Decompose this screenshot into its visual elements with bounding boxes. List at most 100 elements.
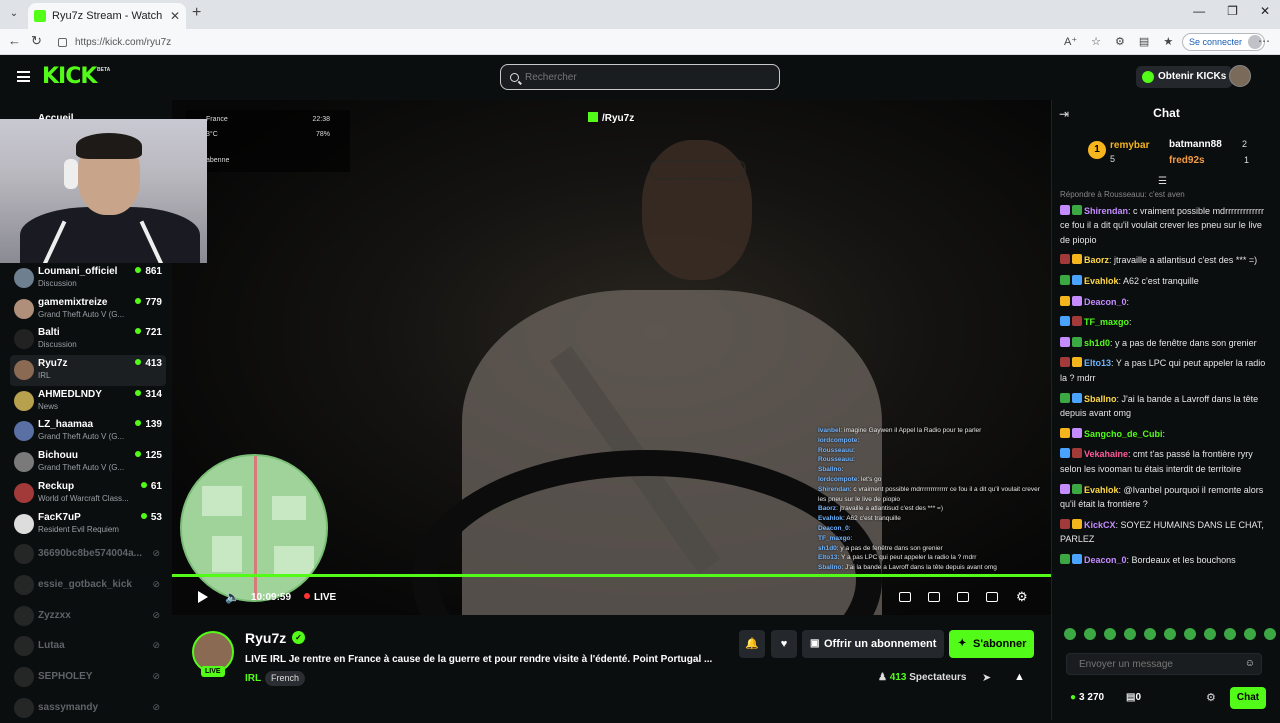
play-icon[interactable] bbox=[198, 591, 208, 603]
emote-icon[interactable] bbox=[1204, 628, 1216, 640]
chat-settings-icon[interactable]: ⚙ bbox=[1206, 691, 1216, 704]
signin-button[interactable]: Se connecter bbox=[1182, 33, 1266, 51]
pip-icon[interactable] bbox=[957, 592, 969, 602]
chat-username[interactable]: Elto13 bbox=[1084, 358, 1111, 368]
pinned-toggle-icon[interactable]: ☰ bbox=[1158, 176, 1167, 187]
chat-message: Sballno: J'ai la bande a Lavroff dans la… bbox=[1060, 392, 1259, 419]
chat-username[interactable]: TF_maxgo bbox=[1084, 317, 1129, 327]
third-gifter-name[interactable]: fred92s bbox=[1169, 155, 1205, 166]
sidebar-offline-item[interactable]: 36690bc8be574004a... ⊘ bbox=[10, 539, 166, 570]
kicks-balance[interactable]: 0 bbox=[1126, 692, 1141, 703]
favorites-icon[interactable]: ★ bbox=[1163, 35, 1173, 48]
emote-icon[interactable] bbox=[1244, 628, 1256, 640]
close-window-icon[interactable]: ✕ bbox=[1260, 4, 1270, 18]
maximize-icon[interactable]: ❐ bbox=[1227, 4, 1238, 18]
browser-tab[interactable]: Ryu7z Stream - Watch Live on Kick ✕ bbox=[28, 3, 186, 29]
sidebar-channel-item[interactable]: LZ_haamaa Grand Theft Auto V (G... 139 bbox=[10, 416, 166, 447]
sidebar-channel-item[interactable]: FacK7uP Resident Evil Requiem 53 bbox=[10, 509, 166, 540]
chat-username[interactable]: Evahlok bbox=[1084, 485, 1119, 495]
channel-points[interactable]: 3 270 bbox=[1070, 692, 1104, 703]
emote-icon[interactable] bbox=[1104, 628, 1116, 640]
sidebar-channel-item[interactable]: Bichouu Grand Theft Auto V (G... 125 bbox=[10, 447, 166, 478]
chat-username[interactable]: Shirendan bbox=[1084, 206, 1128, 216]
streamer-name[interactable]: Ryu7z bbox=[245, 630, 286, 646]
expand-title-icon[interactable]: ⌄ bbox=[694, 654, 702, 665]
sidebar-offline-item[interactable]: essie_gotback_kick ⊘ bbox=[10, 570, 166, 601]
volume-icon[interactable]: 🔈 bbox=[225, 590, 240, 604]
top-gifter-name[interactable]: remybar bbox=[1110, 140, 1149, 151]
emote-icon[interactable] bbox=[1084, 628, 1096, 640]
subscribe-button[interactable]: S'abonner bbox=[949, 630, 1035, 658]
reply-preview[interactable]: Répondre à Rousseauu: c'est aven bbox=[1060, 188, 1272, 203]
user-avatar[interactable] bbox=[1229, 65, 1251, 87]
sidebar-offline-item[interactable]: Lutaa ⊘ bbox=[10, 631, 166, 662]
emoji-icon[interactable]: ☺ bbox=[1245, 658, 1255, 669]
chat-username[interactable]: KickCX bbox=[1084, 520, 1116, 530]
language-tag[interactable]: French bbox=[265, 671, 306, 686]
chat-username[interactable]: Evahlok bbox=[1084, 276, 1119, 286]
notification-bell-icon[interactable]: 🔔 bbox=[739, 630, 765, 658]
sidebar-channel-item[interactable]: Balti Discussion 721 bbox=[10, 324, 166, 355]
extensions-icon[interactable]: ⚙ bbox=[1115, 35, 1125, 48]
chat-username[interactable]: Deacon_0 bbox=[1084, 297, 1127, 307]
search-input[interactable] bbox=[525, 71, 745, 83]
gift-sub-button[interactable]: Offrir un abonnement bbox=[802, 630, 945, 658]
favorite-icon[interactable]: ☆ bbox=[1091, 35, 1101, 48]
sidebar-channel-item[interactable]: AHMEDLNDY News 314 bbox=[10, 386, 166, 417]
stream-info: LIVE Ryu7z ✓ LIVE IRL Je rentre en Franc… bbox=[172, 615, 1051, 720]
progress-bar[interactable] bbox=[172, 574, 1051, 577]
split-screen-icon[interactable]: ▤ bbox=[1139, 35, 1149, 48]
send-chat-button[interactable]: Chat bbox=[1230, 687, 1266, 709]
emote-icon[interactable] bbox=[1184, 628, 1196, 640]
chat-input-box[interactable]: ☺ bbox=[1066, 653, 1262, 675]
sidebar-offline-item[interactable]: Zyzzxx ⊘ bbox=[10, 601, 166, 632]
sidebar-offline-item[interactable]: SEPHOLEY ⊘ bbox=[10, 662, 166, 693]
menu-icon[interactable] bbox=[17, 71, 30, 82]
emote-icon[interactable] bbox=[1124, 628, 1136, 640]
refresh-icon[interactable]: ↻ bbox=[31, 33, 42, 49]
second-gifter-name[interactable]: batmann88 bbox=[1169, 139, 1222, 150]
chat-username[interactable]: Sangcho_de_Cubi bbox=[1084, 429, 1163, 439]
chat-username[interactable]: Baorz bbox=[1084, 255, 1109, 265]
sidebar-channel-item[interactable]: gamemixtreize Grand Theft Auto V (G... 779 bbox=[10, 294, 166, 325]
url-field[interactable]: https://kick.com/ryu7z bbox=[52, 32, 1142, 52]
back-icon[interactable]: ← bbox=[8, 33, 21, 48]
emote-icon[interactable] bbox=[1264, 628, 1276, 640]
share-icon[interactable]: ➤ bbox=[982, 671, 991, 684]
chat-username[interactable]: Sballno bbox=[1084, 394, 1117, 404]
emote-icon[interactable] bbox=[1064, 628, 1076, 640]
get-kicks-button[interactable]: Obtenir KICKs bbox=[1136, 66, 1233, 88]
chat-input[interactable] bbox=[1067, 654, 1237, 675]
chat-username[interactable]: Vekahaine bbox=[1084, 449, 1128, 459]
chat-text: jtravaille a atlantisud c'est des *** =) bbox=[1114, 255, 1258, 266]
theater-mode-icon[interactable] bbox=[899, 592, 911, 602]
more-options-icon[interactable]: ⋯ bbox=[1258, 34, 1270, 48]
stream-category[interactable]: IRL bbox=[245, 673, 261, 684]
new-tab-icon[interactable]: + bbox=[192, 4, 201, 22]
chat-username[interactable]: sh1d0 bbox=[1084, 338, 1110, 348]
sidebar-offline-item[interactable]: sassymandy ⊘ bbox=[10, 693, 166, 723]
settings-icon[interactable]: ⚙ bbox=[1016, 589, 1028, 605]
search-box[interactable] bbox=[500, 64, 780, 90]
fullscreen-icon[interactable] bbox=[986, 592, 998, 602]
report-icon[interactable]: ▲ bbox=[1014, 671, 1025, 683]
minimize-icon[interactable]: — bbox=[1193, 4, 1205, 18]
emote-icon[interactable] bbox=[1224, 628, 1236, 640]
kick-logo[interactable]: KICK bbox=[42, 64, 97, 89]
chat-username[interactable]: Deacon_0 bbox=[1084, 555, 1127, 565]
collapse-chat-icon[interactable]: ⇥ bbox=[1059, 107, 1069, 121]
close-tab-icon[interactable]: ✕ bbox=[170, 9, 180, 23]
sidebar-channel-item[interactable]: Ryu7z IRL 413 bbox=[10, 355, 166, 386]
emote-icon[interactable] bbox=[1164, 628, 1176, 640]
site-info-icon[interactable] bbox=[58, 37, 67, 47]
video-player[interactable]: France 22:38 3°C 78% abenne /Ryu7z ivanb… bbox=[172, 100, 1051, 615]
follow-heart-icon[interactable]: ♥ bbox=[771, 630, 797, 658]
live-indicator[interactable]: LIVE bbox=[304, 592, 336, 603]
read-aloud-icon[interactable]: A⁺ bbox=[1064, 35, 1077, 48]
tab-title: Ryu7z Stream - Watch Live on Kick bbox=[52, 10, 166, 22]
sidebar-channel-item[interactable]: Loumani_officiel Discussion 861 bbox=[10, 263, 166, 294]
emote-icon[interactable] bbox=[1144, 628, 1156, 640]
clip-icon[interactable] bbox=[928, 592, 940, 602]
tab-list-icon[interactable]: ⌄ bbox=[6, 6, 22, 22]
sidebar-channel-item[interactable]: Reckup World of Warcraft Class... 61 bbox=[10, 478, 166, 509]
